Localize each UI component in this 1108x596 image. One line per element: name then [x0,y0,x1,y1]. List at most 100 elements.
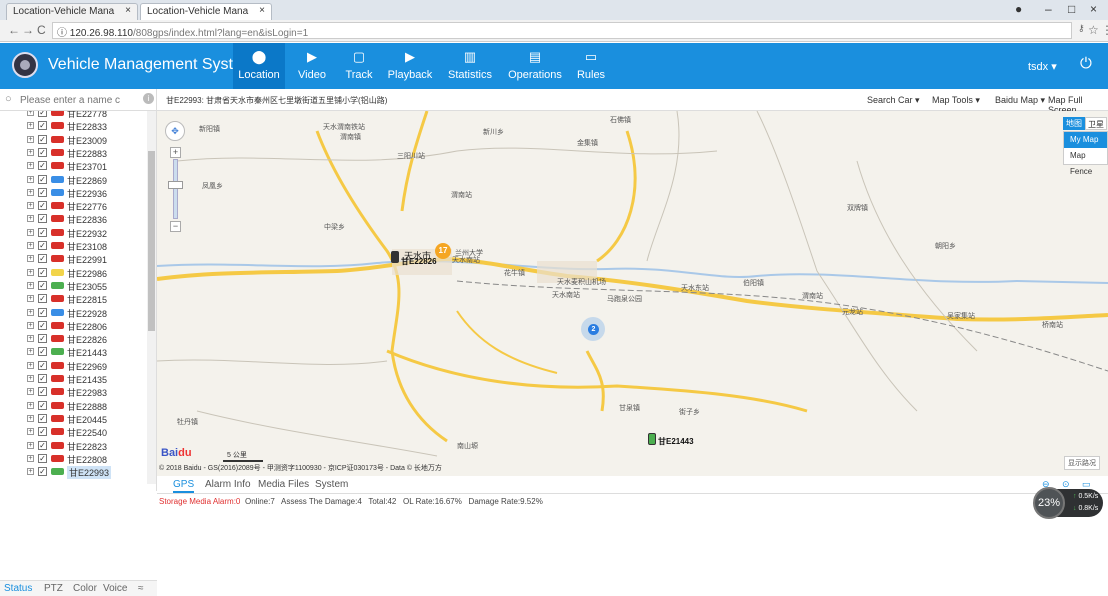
pan-control-icon[interactable]: ✥ [165,121,185,141]
menu-rules[interactable]: ▭ Rules [565,43,617,89]
menu-playback[interactable]: ▶ Playback [384,43,436,89]
tab-ptz[interactable]: PTZ [44,583,63,594]
vehicle-checkbox[interactable]: ✓ [38,267,47,277]
vehicle-checkbox[interactable]: ✓ [38,161,47,171]
vehicle-tree-row[interactable]: + ✓ 甘E22928 [0,306,147,320]
vehicle-tree-row[interactable]: + ✓ 甘E22993 [0,465,147,480]
collapse-icon[interactable]: ≈ [138,583,144,594]
expand-icon[interactable]: + [27,454,34,462]
expand-icon[interactable]: + [27,375,34,382]
expand-icon[interactable]: + [27,268,34,276]
map-type-normal[interactable]: 地图 [1063,117,1085,130]
vehicle-checkbox[interactable]: ✓ [38,374,47,383]
expand-icon[interactable]: + [27,441,34,449]
vehicle-checkbox[interactable]: ✓ [38,187,47,197]
vehicle-checkbox[interactable]: ✓ [38,453,47,463]
vehicle-checkbox[interactable]: ✓ [38,307,47,317]
vehicle-tree-row[interactable]: + ✓ 甘E22823 [0,439,147,453]
expand-icon[interactable]: + [27,281,34,289]
vehicle-checkbox[interactable]: ✓ [38,334,47,344]
vehicle-tree-row[interactable]: + ✓ 甘E21443 [0,345,147,359]
close-icon[interactable]: × [259,5,265,16]
vehicle-cluster[interactable]: 17 [435,243,451,259]
network-speed-widget[interactable]: 23% ↑ 0.5K/s ↓ 0.8K/s [1033,487,1103,519]
forward-icon[interactable]: → [22,23,34,37]
key-icon[interactable]: ⚷ [1078,23,1085,34]
expand-icon[interactable]: + [27,228,34,236]
zoom-slider[interactable] [173,159,178,219]
vehicle-tree-row[interactable]: + ✓ 甘E22815 [0,292,147,306]
reload-icon[interactable]: C [37,23,46,37]
vehicle-marker-icon[interactable] [391,251,399,263]
menu-operations[interactable]: ▤ Operations [506,43,564,89]
vehicle-tree-row[interactable]: + ✓ 甘E22836 [0,212,147,226]
expand-icon[interactable]: + [27,111,34,116]
expand-icon[interactable]: + [27,468,34,476]
scroll-thumb[interactable] [148,151,155,331]
vehicle-checkbox[interactable]: ✓ [38,413,47,423]
layer-my-map[interactable]: My Map [1064,132,1107,148]
vehicle-checkbox[interactable]: ✓ [38,294,47,304]
search-car-button[interactable]: Search Car ▾ [867,95,920,106]
tab-media-files[interactable]: Media Files [258,479,309,490]
vehicle-checkbox[interactable]: ✓ [38,201,47,211]
expand-icon[interactable]: + [27,148,34,156]
vehicle-tree-row[interactable]: + ✓ 甘E22986 [0,266,147,280]
vehicle-checkbox[interactable]: ✓ [38,174,47,184]
menu-location[interactable]: ⬤ Location [233,43,285,89]
vehicle-tree-row[interactable]: + ✓ 甘E22991 [0,252,147,266]
expand-icon[interactable]: + [27,122,34,130]
expand-icon[interactable]: + [27,308,34,316]
tab-gps[interactable]: GPS [173,479,195,493]
vehicle-tree-row[interactable]: + ✓ 甘E22932 [0,226,147,240]
user-menu[interactable]: tsdx ▾ [1028,60,1057,73]
expand-icon[interactable]: + [27,202,34,210]
vehicle-tree-row[interactable]: + ✓ 甘E22936 [0,186,147,200]
url-field[interactable]: ⓘ 120.26.98.110/808gps/index.html?lang=e… [52,22,1072,39]
vehicle-checkbox[interactable]: ✓ [38,347,47,357]
expand-icon[interactable]: + [27,335,34,343]
info-icon[interactable]: ⓘ [57,28,70,39]
zoom-out-button[interactable]: − [170,221,181,232]
expand-icon[interactable]: + [27,215,34,223]
tab-alarm-info[interactable]: Alarm Info [205,479,251,490]
browser-tab-2[interactable]: Location-Vehicle Mana × [140,3,272,20]
vehicle-tree-row[interactable]: + ✓ 甘E21435 [0,372,147,386]
expand-icon[interactable]: + [27,348,34,356]
minimize-icon[interactable]: – [1045,2,1052,16]
vehicle-checkbox[interactable]: ✓ [38,214,47,224]
vehicle-tree-row[interactable]: + ✓ 甘E22806 [0,319,147,333]
menu-track[interactable]: ▢ Track [333,43,385,89]
browser-tab-1[interactable]: Location-Vehicle Mana × [6,3,138,20]
vehicle-checkbox[interactable]: ✓ [38,320,47,330]
vehicle-checkbox[interactable]: ✓ [38,360,47,370]
expand-icon[interactable]: + [27,361,34,369]
tree-scrollbar[interactable] [147,111,156,484]
star-icon[interactable]: ☆ [1088,23,1099,37]
menu-statistics[interactable]: ▥ Statistics [444,43,496,89]
vehicle-checkbox[interactable]: ✓ [38,387,47,397]
account-icon[interactable]: ● [1015,2,1022,16]
traffic-toggle-button[interactable]: 显示路况 [1064,456,1100,470]
vehicle-checkbox[interactable]: ✓ [38,111,47,117]
vehicle-tree-row[interactable]: + ✓ 甘E22826 [0,332,147,346]
zoom-slider-handle[interactable] [168,181,183,189]
vehicle-tree-row[interactable]: + ✓ 甘E22808 [0,452,147,466]
expand-icon[interactable]: + [27,188,34,196]
vehicle-tree-row[interactable]: + ✓ 甘E22869 [0,173,147,187]
menu-video[interactable]: ▶ Video [286,43,338,89]
vehicle-checkbox[interactable]: ✓ [38,241,47,250]
expand-icon[interactable]: + [27,255,34,263]
search-input[interactable] [20,92,135,108]
expand-icon[interactable]: + [27,242,34,249]
vehicle-checkbox[interactable]: ✓ [38,134,47,144]
vehicle-checkbox[interactable]: ✓ [38,467,47,477]
power-icon[interactable]: ⏻ [1080,55,1092,72]
back-icon[interactable]: ← [8,23,20,37]
vehicle-tree-row[interactable]: + ✓ 甘E23009 [0,133,147,147]
vehicle-checkbox[interactable]: ✓ [38,121,47,131]
map-type-satellite[interactable]: 卫星 [1085,117,1107,130]
vehicle-tree-row[interactable]: + ✓ 甘E22969 [0,359,147,373]
map-tools-button[interactable]: Map Tools ▾ [932,95,980,106]
vehicle-tree-row[interactable]: + ✓ 甘E22540 [0,425,147,439]
